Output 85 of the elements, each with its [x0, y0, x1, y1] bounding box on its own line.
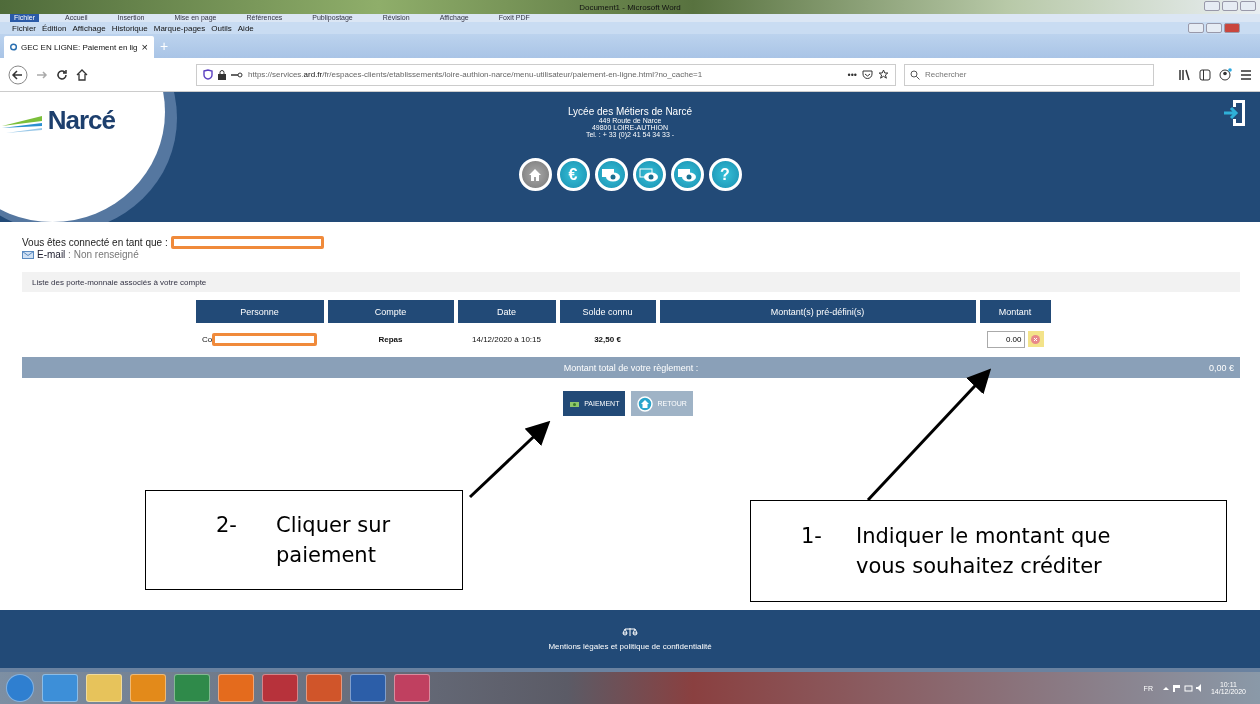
back-icon[interactable]	[8, 64, 28, 85]
menu-item[interactable]: Historique	[111, 23, 148, 33]
nav-button[interactable]	[670, 158, 704, 191]
browser-tab[interactable]: GEC EN LIGNE: Paiement en lig ×	[4, 36, 154, 58]
total-value: 0,00 €	[1208, 362, 1234, 373]
column-header: Montant(s) pré-défini(s)	[659, 300, 976, 323]
legal-link[interactable]: Mentions légales et politique de confidentialité	[548, 642, 712, 651]
search-field[interactable]: Rechercher	[904, 63, 1154, 86]
key-icon	[231, 71, 243, 78]
taskbar-app-icon[interactable]	[350, 674, 386, 702]
home-icon[interactable]	[76, 68, 88, 81]
close-button[interactable]	[1224, 23, 1240, 33]
taskbar-app-icon[interactable]	[130, 674, 166, 702]
menu-item[interactable]: Aide	[237, 23, 254, 33]
url-text: https://services.ard.fr/fr/espaces-clients/etablissements/loire-authion-narce/menu-utilisateur/paiement-en-ligne.html?no_cache=1	[248, 70, 704, 79]
menu-item[interactable]: Fichier	[12, 23, 36, 33]
callout-text: paiement	[276, 543, 377, 567]
taskbar-app-icon[interactable]	[306, 674, 342, 702]
pocket-icon[interactable]	[862, 69, 873, 80]
maximize-button[interactable]	[1206, 23, 1222, 33]
table-cell: Repas	[378, 334, 403, 344]
star-icon[interactable]	[878, 69, 889, 80]
menu-icon[interactable]	[1240, 69, 1252, 80]
email-text: E-mail : Non renseigné	[37, 249, 139, 260]
home-icon	[528, 167, 542, 182]
clear-button[interactable]	[1027, 331, 1044, 347]
clear-icon	[1031, 334, 1040, 344]
envelope-icon	[22, 250, 34, 259]
menu-item[interactable]: Affichage	[72, 23, 106, 33]
money-icon	[569, 399, 581, 408]
eye-icon	[601, 167, 621, 182]
minimize-button[interactable]	[1188, 23, 1204, 33]
lock-icon	[218, 69, 226, 80]
search-icon	[910, 69, 920, 80]
column-header: Personne	[195, 300, 324, 323]
taskbar-app-icon[interactable]	[262, 674, 298, 702]
nav-button[interactable]	[594, 158, 628, 191]
step-number: 1-	[801, 524, 823, 548]
taskbar-app-icon[interactable]	[174, 674, 210, 702]
reload-icon[interactable]	[56, 68, 68, 81]
account-icon[interactable]	[1219, 68, 1232, 81]
table-cell: 32,50 €	[594, 334, 621, 344]
library-icon[interactable]	[1179, 68, 1191, 81]
section-title: Liste des porte-monnaie associés à votre compte	[32, 277, 207, 287]
forward-icon[interactable]	[36, 68, 48, 81]
taskbar-app-icon[interactable]	[218, 674, 254, 702]
page-actions-button[interactable]: •••	[847, 69, 857, 80]
window-title: Document1 - Microsoft Word	[579, 2, 681, 12]
callout-text: vous souhaitez créditer	[856, 554, 1103, 578]
column-header: Date	[457, 300, 556, 323]
logo-text: Narcé	[47, 105, 115, 136]
site-icon	[10, 42, 18, 52]
menu-item[interactable]: Édition	[42, 23, 67, 33]
menu-item[interactable]: Outils	[211, 23, 232, 33]
callout-text: Cliquer sur	[276, 513, 392, 537]
eye-icon	[677, 167, 697, 182]
callout-text: Indiquer le montant que	[856, 524, 1112, 548]
column-header: Compte	[327, 300, 454, 323]
url-field[interactable]: https://services.ard.fr/fr/espaces-clients/etablissements/loire-authion-narce/menu-utilisateur/paiement-en-ligne.html?no_cache=1 •••	[196, 63, 896, 86]
logout-icon[interactable]	[1224, 98, 1246, 128]
start-button[interactable]	[6, 674, 34, 702]
school-name: Lycée des Métiers de Narcé	[567, 106, 693, 117]
column-header: Montant	[979, 300, 1051, 323]
home-icon	[637, 395, 654, 412]
column-header: Solde connu	[559, 300, 656, 323]
total-label: Montant total de votre règlement :	[563, 362, 699, 373]
close-button[interactable]	[1240, 1, 1256, 11]
card-eye-icon	[639, 167, 659, 182]
nav-button[interactable]	[518, 158, 552, 191]
amount-field[interactable]: 0.00	[986, 330, 1025, 348]
taskbar-app-icon[interactable]	[42, 674, 78, 702]
scales-icon	[622, 627, 638, 637]
table-cell: 14/12/2020 à 10:15	[472, 334, 541, 344]
shield-icon	[203, 69, 213, 80]
nav-button[interactable]	[632, 158, 666, 191]
taskbar-app-icon[interactable]	[394, 674, 430, 702]
maximize-button[interactable]	[1222, 1, 1238, 11]
menu-item[interactable]: Marque-pages	[153, 23, 206, 33]
minimize-button[interactable]	[1204, 1, 1220, 11]
close-tab-button[interactable]: ×	[141, 41, 148, 53]
connected-label: Vous êtes connecté en tant que :	[22, 237, 168, 248]
step-number: 2-	[216, 513, 238, 537]
tab-title: GEC EN LIGNE: Paiement en lig	[21, 42, 138, 52]
table-cell: Co	[201, 334, 213, 344]
sidebar-icon[interactable]	[1199, 68, 1211, 81]
